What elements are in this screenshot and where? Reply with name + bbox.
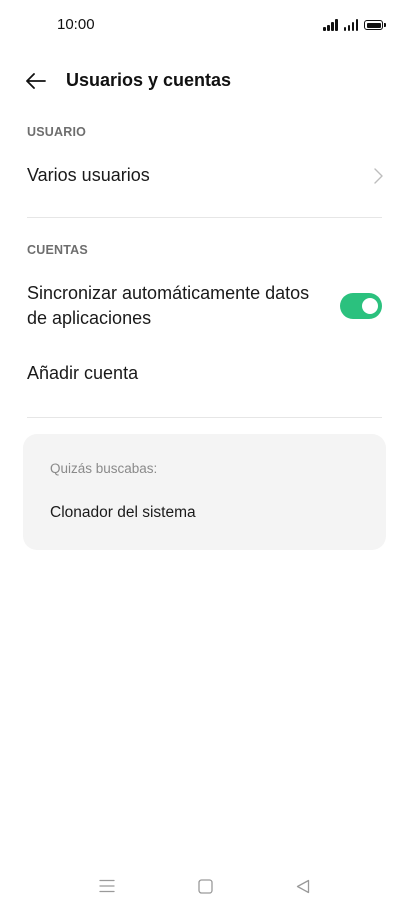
section-label-cuentas: CUENTAS xyxy=(27,243,88,257)
section-label-usuario: USUARIO xyxy=(27,125,87,139)
home-button[interactable] xyxy=(195,876,215,896)
sync-data-item[interactable]: Sincronizar automáticamente datos de apl… xyxy=(0,278,409,334)
suggestion-item-clonador[interactable]: Clonador del sistema xyxy=(50,504,196,522)
varios-usuarios-item[interactable]: Varios usuarios xyxy=(0,156,409,196)
screen: 10:00 Usuarios y cuentas USUARIO Varios … xyxy=(0,0,409,910)
back-triangle-icon xyxy=(296,879,310,893)
menu-button[interactable] xyxy=(97,876,117,896)
header: Usuarios y cuentas xyxy=(0,56,409,106)
signal-icon xyxy=(343,19,358,31)
status-time: 10:00 xyxy=(57,16,95,33)
signal-icon xyxy=(323,19,338,31)
toggle-knob xyxy=(362,298,378,314)
arrow-left-icon xyxy=(26,73,46,89)
suggestion-card: Quizás buscabas: Clonador del sistema xyxy=(23,434,386,550)
status-icons xyxy=(323,17,386,31)
back-button[interactable] xyxy=(18,66,54,96)
battery-icon xyxy=(364,20,386,30)
navigation-bar xyxy=(0,860,409,910)
nav-back-button[interactable] xyxy=(293,876,313,896)
sync-data-label: Sincronizar automáticamente datos de apl… xyxy=(27,283,310,328)
add-account-item[interactable]: Añadir cuenta xyxy=(0,358,409,392)
suggestion-header: Quizás buscabas: xyxy=(50,461,158,476)
chevron-right-icon xyxy=(374,168,383,184)
status-bar: 10:00 xyxy=(0,0,409,50)
sync-data-toggle[interactable] xyxy=(340,293,382,319)
varios-usuarios-label: Varios usuarios xyxy=(27,165,150,185)
menu-icon xyxy=(99,879,115,893)
add-account-label: Añadir cuenta xyxy=(27,363,139,383)
page-title: Usuarios y cuentas xyxy=(66,70,232,90)
home-icon xyxy=(197,878,213,894)
divider xyxy=(27,417,382,418)
divider xyxy=(27,217,382,218)
